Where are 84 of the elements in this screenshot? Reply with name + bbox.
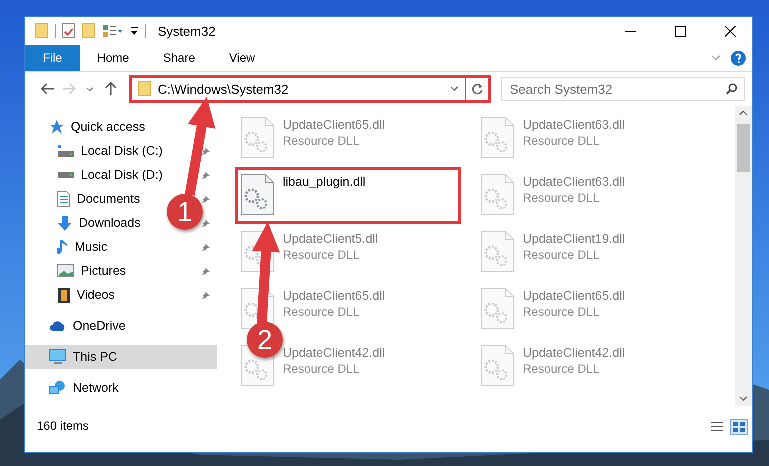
file-type: Resource DLL [523, 191, 600, 205]
sidebar-item[interactable]: Network [73, 381, 119, 395]
star-icon [49, 119, 65, 135]
dll-file-icon [481, 231, 515, 273]
chevron-icon[interactable] [711, 55, 721, 61]
file-type: Resource DLL [523, 362, 600, 376]
file-name[interactable]: UpdateClient42.dll [283, 346, 386, 360]
dll-file-icon [241, 117, 275, 159]
file-name[interactable]: UpdateClient65.dll [523, 289, 626, 303]
network-icon [49, 380, 67, 396]
maximize-icon[interactable] [674, 26, 686, 36]
scrollbar[interactable] [735, 106, 752, 406]
sidebar-item[interactable]: Local Disk (D:) [81, 168, 163, 182]
new-folder-icon [82, 23, 96, 39]
dll-file-icon [241, 174, 275, 216]
window-title: System32 [158, 24, 217, 38]
file-name[interactable]: libau_plugin.dll [283, 175, 366, 189]
ribbon-tab[interactable]: Home [80, 45, 146, 71]
dll-file-icon [481, 345, 515, 387]
sidebar-item[interactable]: Pictures [81, 264, 126, 278]
customize-caret-icon[interactable] [130, 26, 139, 36]
monitor-icon [49, 349, 67, 365]
video-icon [57, 286, 71, 304]
close-icon[interactable] [724, 26, 736, 36]
back-icon[interactable] [40, 83, 54, 95]
view-options-icon[interactable] [102, 24, 124, 38]
ribbon-tab[interactable]: Share [146, 45, 212, 71]
pin-icon [201, 290, 211, 300]
file-name[interactable]: UpdateClient5.dll [283, 232, 378, 246]
file-type: Resource DLL [523, 305, 600, 319]
pin-icon [201, 266, 211, 276]
large-icons-view-button[interactable] [730, 419, 748, 435]
dropdown-icon[interactable] [86, 86, 94, 92]
selected-sidebar-item[interactable]: This PC [25, 345, 217, 369]
pin-icon [201, 194, 211, 204]
search-icon[interactable] [726, 83, 738, 95]
pin-icon [201, 170, 211, 180]
address-bar[interactable]: C:\Windows\System32 [129, 75, 491, 103]
file-name[interactable]: UpdateClient65.dll [283, 289, 386, 303]
file-type: Resource DLL [283, 362, 360, 376]
pictures-icon [57, 264, 75, 278]
file-type: Resource DLL [283, 305, 360, 319]
file-type: Resource DLL [283, 134, 360, 148]
sidebar-item[interactable]: Downloads [79, 216, 141, 230]
minimize-icon[interactable] [624, 30, 636, 32]
file-name[interactable]: UpdateClient42.dll [523, 346, 626, 360]
document-icon [57, 190, 71, 208]
music-icon [57, 238, 69, 256]
pin-icon [201, 242, 211, 252]
dropdown-icon[interactable] [450, 86, 459, 92]
folder-icon [138, 81, 152, 97]
file-type: Resource DLL [283, 248, 360, 262]
file-type: Resource DLL [523, 248, 600, 262]
file-name[interactable]: UpdateClient63.dll [523, 118, 626, 132]
sidebar-item[interactable]: OneDrive [73, 319, 126, 333]
ribbon-tab[interactable]: View [212, 45, 272, 71]
drive-icon [57, 171, 75, 179]
search-field[interactable]: Search System32 [501, 77, 745, 101]
drive-icon [57, 144, 75, 158]
pin-icon [201, 146, 211, 156]
pin-icon [201, 218, 211, 228]
sidebar-item[interactable]: Quick access [71, 120, 146, 134]
dll-file-icon [481, 288, 515, 330]
properties-icon [62, 23, 76, 39]
refresh-icon[interactable] [470, 82, 484, 96]
file-name[interactable]: UpdateClient65.dll [283, 118, 386, 132]
ribbon-tab[interactable]: File [25, 45, 80, 71]
download-icon [57, 214, 73, 232]
status-text: 160 items [37, 419, 90, 433]
dll-file-icon [481, 174, 515, 216]
help-icon[interactable] [731, 50, 746, 66]
scroll-thumb[interactable] [737, 124, 750, 172]
sidebar-item[interactable]: Videos [77, 288, 115, 302]
dll-file-icon [481, 117, 515, 159]
address-path: C:\Windows\System32 [158, 82, 290, 96]
cloud-icon [49, 320, 67, 332]
up-arrow-icon[interactable] [104, 82, 116, 96]
folder-icon [35, 23, 49, 39]
sidebar-item[interactable]: Music [75, 240, 108, 254]
sidebar-item[interactable]: Local Disk (C:) [81, 144, 163, 158]
sidebar-item[interactable]: Documents [77, 192, 140, 206]
file-name[interactable]: UpdateClient19.dll [523, 232, 626, 246]
file-name[interactable]: UpdateClient63.dll [523, 175, 626, 189]
file-type: Resource DLL [523, 134, 600, 148]
